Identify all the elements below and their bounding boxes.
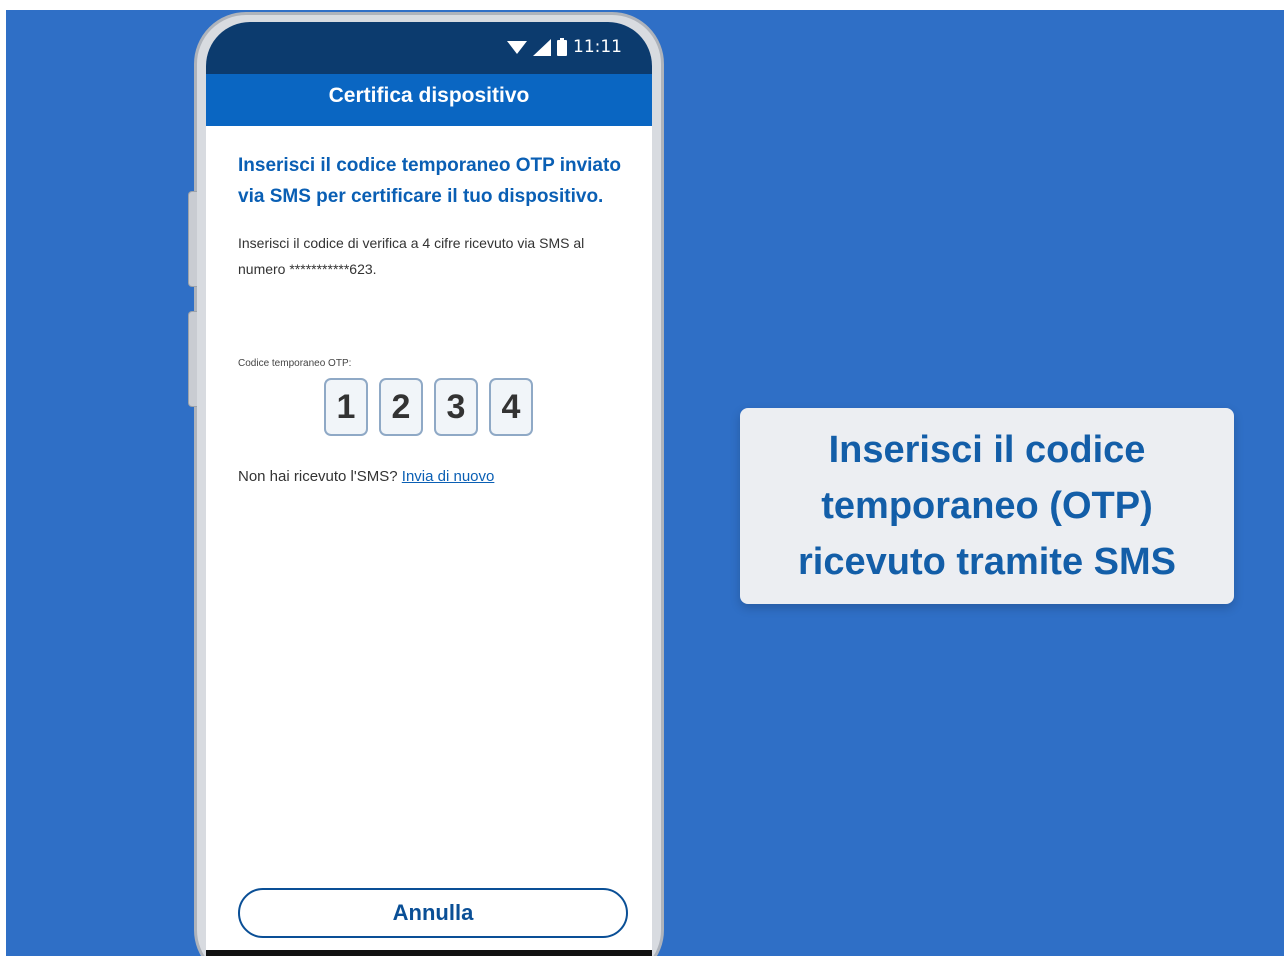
signal-icon	[533, 38, 551, 56]
resend-link[interactable]: Invia di nuovo	[402, 468, 495, 485]
main-content: Inserisci il codice temporaneo OTP invia…	[238, 150, 630, 282]
page-description: Inserisci il codice di verifica a 4 cifr…	[238, 235, 585, 277]
otp-digit-1[interactable]: 1	[324, 378, 368, 436]
wifi-icon	[507, 39, 527, 55]
phone-frame: 11:11 Certifica dispositivo Inserisci il…	[188, 12, 664, 956]
battery-icon	[557, 38, 567, 56]
resend-row: Non hai ricevuto l'SMS? Invia di nuovo	[238, 468, 494, 485]
otp-digit-4[interactable]: 4	[489, 378, 533, 436]
phone-volume-button	[188, 191, 197, 287]
cancel-button[interactable]: Annulla	[238, 888, 628, 938]
otp-digit-3[interactable]: 3	[434, 378, 478, 436]
status-icons: 11:11	[507, 37, 622, 57]
otp-label: Codice temporaneo OTP:	[238, 358, 352, 369]
phone-power-button	[188, 311, 197, 407]
background-stage: 11:11 Certifica dispositivo Inserisci il…	[6, 10, 1284, 956]
page-heading: Inserisci il codice temporaneo OTP invia…	[238, 155, 621, 207]
status-time: 11:11	[573, 37, 622, 57]
caption-card: Inserisci il codice temporaneo (OTP) ric…	[740, 408, 1234, 604]
resend-prefix: Non hai ricevuto l'SMS?	[238, 468, 398, 485]
otp-digit-2[interactable]: 2	[379, 378, 423, 436]
navigation-bar	[206, 950, 652, 956]
app-bar-title: Certifica dispositivo	[206, 74, 652, 126]
status-bar: 11:11	[206, 22, 652, 74]
otp-input-group: 1 2 3 4	[324, 378, 533, 436]
phone-screen: 11:11 Certifica dispositivo Inserisci il…	[206, 22, 652, 956]
caption-text: Inserisci il codice temporaneo (OTP) ric…	[798, 429, 1176, 583]
